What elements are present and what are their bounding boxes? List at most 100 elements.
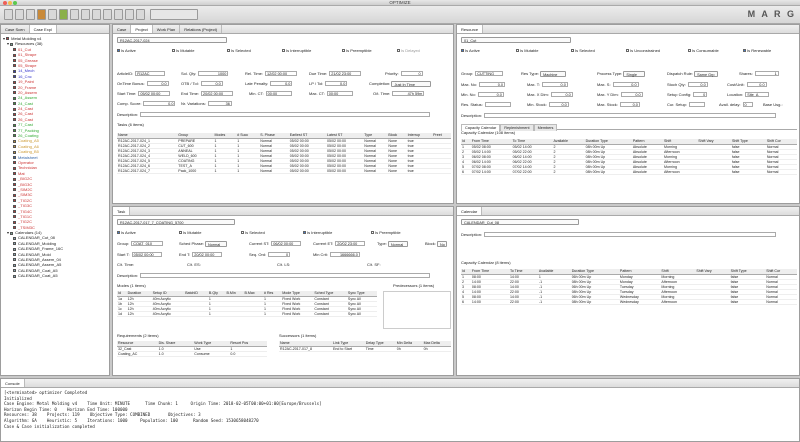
table-row[interactable]: 1d 12h 40m Acrylic 1 1 Fixed Work Constant Sync… [117, 311, 377, 317]
maxt-input[interactable]: 0.0 [541, 82, 568, 88]
tab-work-plan[interactable]: Work Plan [153, 25, 181, 33]
run-icon[interactable] [59, 9, 68, 20]
res-flag-selected[interactable]: Is Selected [571, 47, 626, 54]
chart-icon[interactable] [92, 9, 101, 20]
tab-task[interactable]: Task [113, 207, 131, 215]
maxy-input[interactable]: 0.0 [620, 92, 643, 98]
task-block-select[interactable]: No [437, 240, 448, 247]
article-input[interactable]: R12AC [135, 71, 166, 77]
tab-case-expl[interactable]: Case Expl [29, 25, 57, 33]
curet-input[interactable]: 20/02 23:00 [335, 241, 366, 247]
tab-case[interactable]: Case [113, 25, 132, 33]
table-row[interactable]: Coating_AC 1.0 Consume 0.0 [117, 351, 267, 357]
otb-input[interactable]: 0.0 [200, 81, 223, 87]
task-flag-selected[interactable]: Is Selected [241, 229, 303, 236]
location-input[interactable]: Site_A [745, 92, 770, 98]
tab-console[interactable]: Console [1, 379, 25, 387]
tab-relations[interactable]: Relations (Project) [180, 25, 223, 33]
due-input[interactable]: 21/02 23:00 [329, 71, 362, 77]
res-flag-renewable[interactable]: Is Renewable [743, 47, 793, 54]
refresh-icon[interactable] [48, 9, 57, 20]
flag-interruptible[interactable]: Is Interruptible [282, 47, 342, 54]
settings-icon[interactable] [103, 9, 112, 20]
res-description-input[interactable] [484, 113, 777, 119]
close-window-button[interactable] [3, 1, 7, 5]
score-input[interactable]: 0.0 [143, 101, 176, 107]
resource-id-select[interactable]: 01_Cut [461, 36, 571, 43]
status-input[interactable] [484, 102, 511, 108]
flag-selected[interactable]: Is Selected [227, 47, 282, 54]
crit-input[interactable]: 1666666.0 [329, 252, 360, 258]
task-description-input[interactable] [140, 273, 431, 279]
stoch-input[interactable]: 0.0 [687, 82, 708, 88]
shares-input[interactable]: 1 [754, 71, 779, 77]
maxstock-input[interactable]: 0.0 [619, 102, 640, 108]
tab-resource[interactable]: Resource [457, 25, 484, 33]
qty-input[interactable]: 1000 [198, 71, 229, 77]
table-row[interactable]: R12AC-2017-017_8 End to Start Time 0h 0h [279, 346, 451, 352]
bonus-input[interactable]: 0.0 [146, 81, 169, 87]
end-input[interactable]: 20/02 00:00 [201, 91, 234, 97]
res-flag-unconstrained[interactable]: Is Unconstrained [626, 47, 688, 54]
help-icon[interactable] [136, 9, 145, 20]
maxdim-input[interactable]: 0.0 [550, 92, 573, 98]
rel-input[interactable]: 12/02 00:00 [265, 71, 298, 77]
max-ct-input[interactable]: 00:00 [326, 91, 353, 97]
table-row[interactable]: 6 07/02 14:00 07/02 22:00 2 08h 00m Up Absolu… [461, 169, 797, 175]
flag-active[interactable]: Is Active [117, 47, 172, 54]
export-icon[interactable] [114, 9, 123, 20]
maxno-input[interactable]: 0.0 [479, 82, 506, 88]
start-input[interactable]: 05/02 00:00 [138, 91, 171, 97]
tree-calendar-item[interactable]: CALENDAR_Coat_A5 [3, 273, 107, 278]
flag-delayed[interactable]: Is Delayed [397, 47, 447, 54]
project-id-select[interactable]: R12AC-2017-024 [117, 36, 227, 43]
tab-project[interactable]: Project [131, 25, 153, 33]
prio-input[interactable]: 0 [400, 71, 423, 77]
schedule-selector[interactable] [150, 9, 198, 20]
minimize-window-button[interactable] [8, 1, 12, 5]
stop-icon[interactable] [70, 9, 79, 20]
ot-input[interactable]: 47h 59m [392, 91, 425, 97]
res-flag-active[interactable]: Is Active [461, 47, 516, 54]
maxs-input[interactable]: 0.0 [612, 82, 639, 88]
zoom-window-button[interactable] [13, 1, 17, 5]
late-input[interactable]: 0.0 [270, 81, 293, 87]
task-type-select[interactable]: Normal [387, 240, 408, 247]
cursetup-input[interactable] [689, 102, 706, 108]
new-icon[interactable] [4, 9, 13, 20]
variations-input[interactable]: 36 [207, 101, 232, 107]
startt-input[interactable]: 05/02 00:00 [131, 252, 162, 258]
cal-description-input[interactable] [484, 232, 777, 238]
tab-case-scen[interactable]: Case Scen [1, 25, 30, 33]
task-flag-preemptible[interactable]: Is Preemptible [371, 229, 431, 236]
task-flag-interruptible[interactable]: Is Interruptible [303, 229, 371, 236]
ptype-select[interactable]: Single [623, 70, 646, 77]
tab-calendar[interactable]: Calendar [457, 207, 483, 215]
minstock-input[interactable]: 0.0 [548, 102, 569, 108]
res-flag-mutable[interactable]: Is Mutable [516, 47, 571, 54]
task-flag-active[interactable]: Is Active [117, 229, 179, 236]
sched-phase-select[interactable]: Normal [205, 240, 228, 247]
endt-input[interactable]: 20/02 00:00 [192, 252, 223, 258]
table-row[interactable]: R12AC-2017-024_7 Pack_1000 1 1 Normal 05/02 0… [117, 168, 451, 174]
tool-icon[interactable] [37, 9, 46, 20]
tab-members[interactable]: Members [533, 124, 558, 131]
cost-input[interactable]: 0.0 [746, 82, 767, 88]
minno-input[interactable]: 0.0 [477, 92, 504, 98]
import-icon[interactable] [125, 9, 134, 20]
description-input[interactable] [140, 112, 431, 118]
setup-input[interactable]: 0 [693, 92, 708, 98]
flag-mutable[interactable]: Is Mutable [172, 47, 227, 54]
lp-input[interactable]: 0.0 [325, 81, 348, 87]
task-group-input[interactable]: COAT_010 [131, 241, 164, 247]
task-flag-mutable[interactable]: Is Mutable [179, 229, 241, 236]
flag-preemptible[interactable]: Is Preemptible [342, 47, 397, 54]
min-ct-input[interactable]: 00:00 [265, 91, 292, 97]
res-group-input[interactable]: CUTTING [475, 71, 504, 77]
completion-select[interactable]: Just In Time [391, 80, 432, 87]
table-row[interactable]: 6 14:00 22:00 -1 08h 00m Up Wednesday Afternoo… [461, 299, 797, 305]
save-icon[interactable] [15, 9, 24, 20]
res-flag-consumable[interactable]: Is Consumable [688, 47, 743, 54]
availdelay-input[interactable]: 0 [742, 102, 753, 108]
res-type-select[interactable]: Machine [540, 70, 567, 77]
